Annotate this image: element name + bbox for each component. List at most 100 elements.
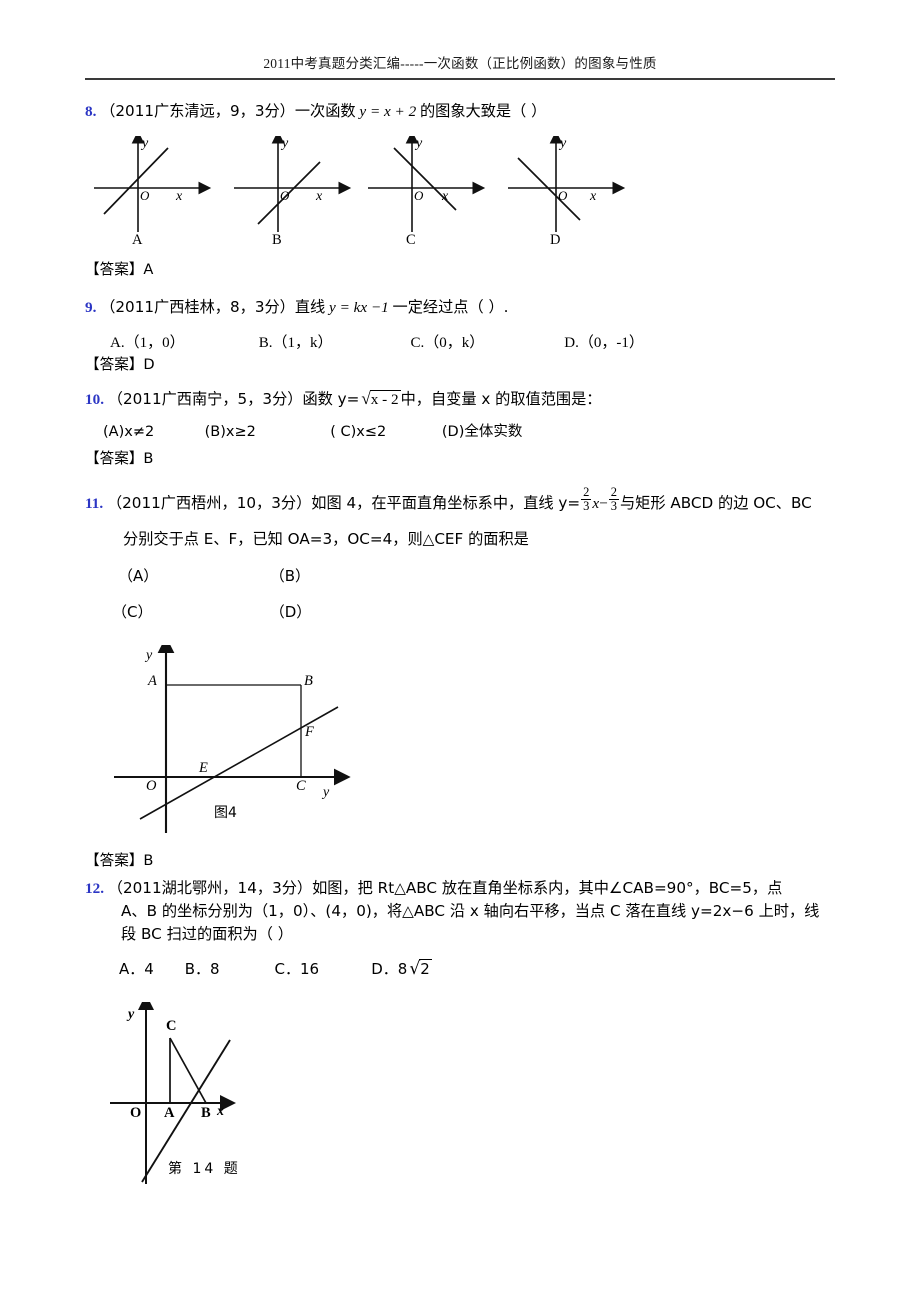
question-10-option-a: (A)x≠2 [103, 424, 155, 440]
question-12-option-b: B．8 [184, 960, 220, 978]
question-8-graph-c-origin: O [414, 188, 424, 203]
question-12-option-d: D．8 √2 [371, 959, 432, 979]
question-12-stem-line2: A、B 的坐标分别为（1，0）、(4，0)，将△ABC 沿 x 轴向右平移，当点… [121, 902, 820, 920]
question-9-stem-pre: （2011广西桂林，8，3分）直线 [100, 298, 326, 316]
figure-4-origin-label: O [146, 778, 157, 794]
question-8-graph-d-origin: O [558, 188, 568, 203]
question-11-option-a: （A） [118, 567, 159, 585]
question-10-option-c: ( C)x≤2 [330, 424, 387, 440]
question-12-option-d-prefix: D．8 [371, 960, 408, 978]
header-divider-rule [85, 78, 835, 80]
question-11-stem-line1-pre: （2011广西梧州，10，3分）如图 4，在平面直角坐标系中，直线 y= [106, 493, 581, 512]
question-10-radicand: x - 2 [369, 390, 401, 408]
question-9-option-c: C.（0，k） [410, 335, 485, 351]
question-12-figure-point-b-label: B [201, 1105, 211, 1121]
figure-4-caption: 图4 [214, 805, 237, 821]
question-8-option-c-label: C [406, 232, 416, 248]
question-10-answer: 【答案】B [85, 450, 154, 467]
question-9-stem-post: 一定经过点（ ）. [392, 298, 509, 316]
question-8-graph-d-y-label: y [560, 136, 567, 151]
question-8-option-d-label: D [550, 232, 561, 248]
question-10-sqrt: √x - 2 [359, 386, 401, 412]
question-8-graph-c-x-label: x [442, 189, 449, 204]
question-12-options: A．4 B．8 C．16 D．8 √2 [119, 958, 432, 979]
question-10-option-d: (D)全体实数 [441, 424, 523, 440]
question-11-number: 11. [85, 494, 104, 512]
question-8-graph-c: y x O C [368, 136, 496, 248]
question-8-graph-a-x-label: x [176, 189, 183, 204]
question-11-answer: 【答案】B [85, 852, 154, 869]
question-12-figure-x-axis-label: x [217, 1104, 224, 1119]
question-8-graph-d-x-label: x [590, 189, 597, 204]
figure-4-x-axis-label: y [323, 785, 330, 800]
question-11-options-row2: （C） （D） [112, 601, 311, 622]
question-9-option-a: A.（1，0） [110, 335, 185, 351]
question-9-stem: 9. （2011广西桂林，8，3分）直线 y = kx −1 一定经过点（ ）. [85, 296, 509, 320]
question-12-line1: （2011湖北鄂州，14，3分）如图，把 Rt△ABC 放在直角坐标系内，其中∠… [107, 879, 783, 897]
question-12-option-c: C．16 [274, 960, 320, 978]
question-11-option-c: （C） [112, 603, 153, 621]
fraction-denominator: 3 [608, 499, 619, 514]
question-11-minus-sign: − [599, 494, 608, 512]
question-8-graph-b: y x O B [228, 136, 356, 248]
question-8-number: 8. [85, 103, 97, 120]
question-8-graph-c-y-label: y [416, 136, 423, 151]
question-8-stem-pre: （2011广东清远，9，3分）一次函数 [100, 102, 356, 120]
figure-4-point-e-label: E [199, 760, 208, 776]
question-12-stem-line1: 12. （2011湖北鄂州，14，3分）如图，把 Rt△ABC 放在直角坐标系内… [85, 877, 782, 901]
question-12-option-a: A．4 [119, 960, 154, 978]
question-10-option-b: (B)x≥2 [204, 424, 256, 440]
fraction-numerator: 2 [610, 485, 617, 500]
question-8-stem-post: 的图象大致是（ ） [419, 102, 547, 120]
question-11-figure-4: y y O A B C E F 图4 [96, 645, 376, 835]
question-10-stem-post: 中，自变量 x 的取值范围是： [400, 390, 602, 408]
figure-4-point-a-label: A [148, 673, 157, 689]
page-header-title: 2011中考真题分类汇编-----一次函数（正比例函数）的图象与性质 [263, 56, 657, 71]
question-12-figure-point-c-label: C [166, 1018, 177, 1034]
question-10-stem-pre: （2011广西南宁，5，3分）函数 y= [107, 390, 360, 408]
question-8-stem: 8. （2011广东清远，9，3分）一次函数 y = x + 2 的图象大致是（… [85, 100, 546, 124]
question-12-figure-point-a-label: A [164, 1105, 175, 1121]
question-12-stem-line3: 段 BC 扫过的面积为（ ） [121, 925, 293, 943]
figure-4-y-axis-label: y [146, 648, 153, 663]
question-10-stem: 10. （2011广西南宁，5，3分）函数 y= √x - 2 中，自变量 x 的取… [85, 386, 601, 412]
question-8-graph-a: y x O A [88, 136, 216, 248]
question-11-options-row1: （A） （B） [118, 565, 310, 586]
question-9-options: A.（1，0） B.（1，k） C.（0，k） D.（0，-1） [110, 331, 644, 352]
question-11-fraction-constant: 23 [608, 485, 619, 514]
question-11-stem-line2: 分别交于点 E、F，已知 OA=3，OC=4，则△CEF 的面积是 [123, 530, 529, 548]
question-8-graph-a-origin: O [140, 188, 150, 203]
question-12-number: 12. [85, 880, 104, 897]
question-10-options: (A)x≠2 (B)x≥2 ( C)x≤2 (D)全体实数 [103, 420, 522, 441]
question-11-option-d: （D） [269, 603, 312, 621]
question-10-number: 10. [85, 391, 104, 408]
question-8-graph-a-y-label: y [142, 136, 149, 151]
question-11-stem-line1: 11. （2011广西梧州，10，3分）如图 4，在平面直角坐标系中，直线 y=… [85, 485, 812, 516]
document-page: 2011中考真题分类汇编-----一次函数（正比例函数）的图象与性质 8. （2… [0, 0, 920, 1302]
question-8-option-a-label: A [132, 232, 143, 248]
question-9-formula: y = kx −1 [329, 299, 389, 316]
question-12-figure-caption: 第 14 题 [168, 1161, 241, 1177]
question-8-graph-b-origin: O [280, 188, 290, 203]
question-12-option-d-radicand: 2 [419, 959, 432, 978]
question-11-stem-line1-post: 与矩形 ABCD 的边 OC、BC [619, 493, 812, 512]
question-9-option-d: D.（0，-1） [564, 335, 644, 351]
question-8-graph-b-y-label: y [282, 136, 289, 151]
fraction-numerator: 2 [583, 485, 590, 500]
fraction-denominator: 3 [581, 499, 592, 514]
question-9-option-b: B.（1，k） [258, 335, 333, 351]
figure-4-point-f-label: F [305, 724, 314, 740]
question-11-fraction-slope: 23 [581, 485, 592, 514]
question-9-number: 9. [85, 299, 97, 316]
question-8-graph-b-x-label: x [316, 189, 323, 204]
question-9-answer: 【答案】D [85, 356, 155, 373]
question-11-option-b: （B） [269, 567, 311, 585]
figure-4-point-c-label: C [296, 778, 306, 794]
question-12-option-d-sqrt: √2 [407, 959, 432, 979]
question-8-graph-d: y x O D [508, 136, 636, 248]
figure-4-point-b-label: B [304, 673, 313, 689]
question-12-figure: y x O A B C 第 14 题 [100, 1002, 350, 1187]
question-12-figure-y-axis-label: y [128, 1007, 135, 1022]
question-8-option-b-label: B [272, 232, 282, 248]
question-8-answer: 【答案】A [85, 261, 154, 278]
